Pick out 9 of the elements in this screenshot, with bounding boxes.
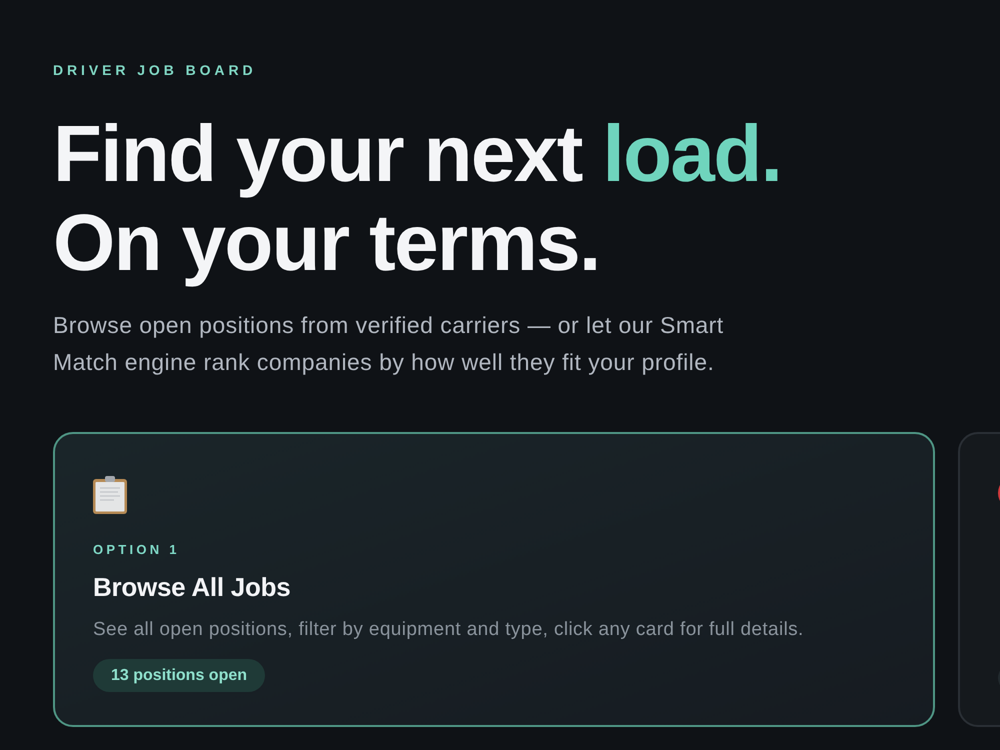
card-description: See all open positions, filter by equipment and type, click any card for full details.	[93, 618, 804, 642]
option-label: OPTION 1	[93, 541, 180, 559]
intro-paragraph: Browse open positions from verified carriers — or let our Smart Match engine rank companies by how well they fit your profile.	[53, 311, 725, 377]
headline: Find your next load. On your terms.	[53, 109, 782, 287]
positions-badge: 13 positions open	[93, 659, 266, 692]
eyebrow-label: DRIVER JOB BOARD	[53, 61, 258, 80]
clipboard-icon	[93, 476, 127, 514]
card-title: Browse All Jobs	[93, 571, 290, 603]
option-card[interactable]: OPTION 1 Browse All Jobs See all open positions, filter by equipment and type, click any card for full details. 13 positions open	[53, 432, 935, 727]
